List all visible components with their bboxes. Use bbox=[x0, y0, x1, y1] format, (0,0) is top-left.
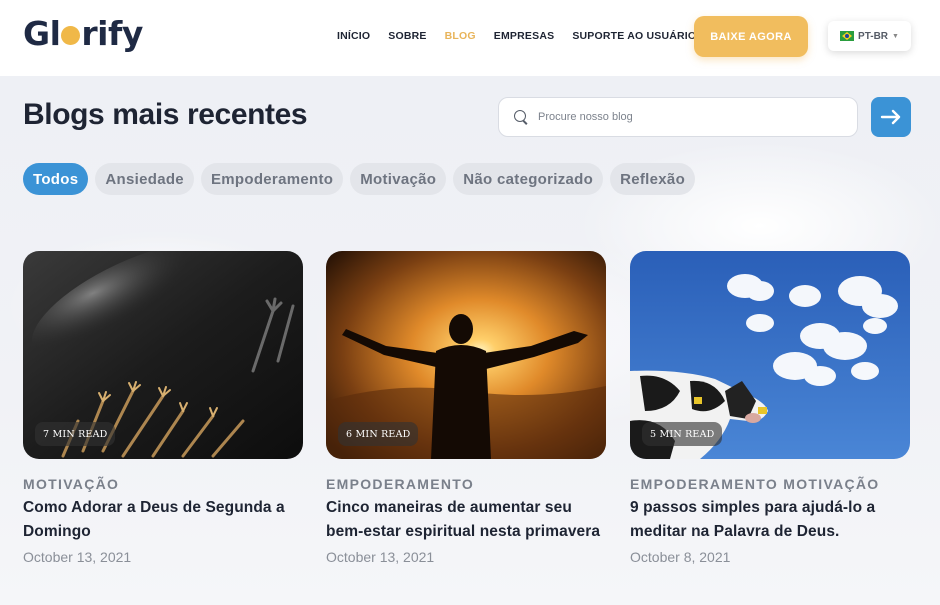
post-date: October 13, 2021 bbox=[23, 549, 132, 565]
post-title[interactable]: Cinco maneiras de aumentar seu bem-estar… bbox=[326, 496, 606, 544]
nav-sobre[interactable]: SOBRE bbox=[388, 30, 426, 42]
filter-ansiedade[interactable]: Ansiedade bbox=[95, 163, 194, 195]
filter-reflexao[interactable]: Reflexão bbox=[610, 163, 696, 195]
search-submit-button[interactable] bbox=[871, 97, 911, 137]
post-image-worship[interactable]: 7 MIN READ bbox=[23, 251, 303, 459]
post-date: October 8, 2021 bbox=[630, 549, 731, 565]
post-category[interactable]: MOTIVAÇÃO bbox=[23, 476, 303, 492]
post-image-sunset[interactable]: 6 MIN READ bbox=[326, 251, 606, 459]
page-title: Blogs mais recentes bbox=[23, 98, 308, 131]
language-label: PT-BR bbox=[858, 30, 889, 42]
nav-blog[interactable]: BLOG bbox=[445, 30, 476, 42]
search-box[interactable] bbox=[498, 97, 858, 137]
nav-empresas[interactable]: EMPRESAS bbox=[494, 30, 555, 42]
filter-empoderamento[interactable]: Empoderamento bbox=[200, 163, 344, 195]
logo-text-start: Gl bbox=[23, 14, 61, 53]
site-header: Gl rify INÍCIO SOBRE BLOG EMPRESAS SUPORT… bbox=[0, 0, 940, 76]
blog-card[interactable]: 5 MIN READ EMPODERAMENTO MOTIVAÇÃO 9 pas… bbox=[630, 251, 910, 565]
read-time-badge: 5 MIN READ bbox=[642, 422, 723, 446]
category-filters: Todos Ansiedade Empoderamento Motivação … bbox=[23, 163, 696, 195]
filter-nao-categorizado[interactable]: Não categorizado bbox=[453, 163, 604, 195]
search-icon bbox=[514, 110, 528, 124]
language-selector[interactable]: PT-BR ▼ bbox=[828, 21, 911, 51]
post-title[interactable]: Como Adorar a Deus de Segunda a Domingo bbox=[23, 496, 303, 544]
filter-todos[interactable]: Todos bbox=[23, 163, 89, 195]
caret-down-icon: ▼ bbox=[892, 32, 899, 40]
post-title[interactable]: 9 passos simples para ajudá-lo a meditar… bbox=[630, 496, 910, 544]
read-time-badge: 6 MIN READ bbox=[338, 422, 419, 446]
post-category[interactable]: EMPODERAMENTO MOTIVAÇÃO bbox=[630, 476, 910, 492]
blog-card[interactable]: 7 MIN READ MOTIVAÇÃO Como Adorar a Deus … bbox=[23, 251, 303, 565]
post-image-cow[interactable]: 5 MIN READ bbox=[630, 251, 910, 459]
arrow-right-icon bbox=[880, 109, 901, 125]
nav-inicio[interactable]: INÍCIO bbox=[337, 30, 370, 42]
filter-motivacao[interactable]: Motivação bbox=[350, 163, 447, 195]
nav-suporte[interactable]: SUPORTE AO USUÁRIO bbox=[572, 30, 696, 42]
post-category[interactable]: EMPODERAMENTO bbox=[326, 476, 606, 492]
logo-text-end: rify bbox=[81, 14, 143, 53]
search-input[interactable] bbox=[538, 111, 838, 123]
blog-card[interactable]: 6 MIN READ EMPODERAMENTO Cinco maneiras … bbox=[326, 251, 606, 565]
logo-dot-icon bbox=[61, 26, 81, 45]
brazil-flag-icon bbox=[840, 31, 855, 41]
glorify-logo[interactable]: Gl rify bbox=[23, 14, 143, 53]
main-nav: INÍCIO SOBRE BLOG EMPRESAS SUPORTE AO US… bbox=[337, 30, 714, 42]
post-date: October 13, 2021 bbox=[326, 549, 435, 565]
download-button[interactable]: BAIXE AGORA bbox=[694, 16, 808, 57]
read-time-badge: 7 MIN READ bbox=[35, 422, 116, 446]
